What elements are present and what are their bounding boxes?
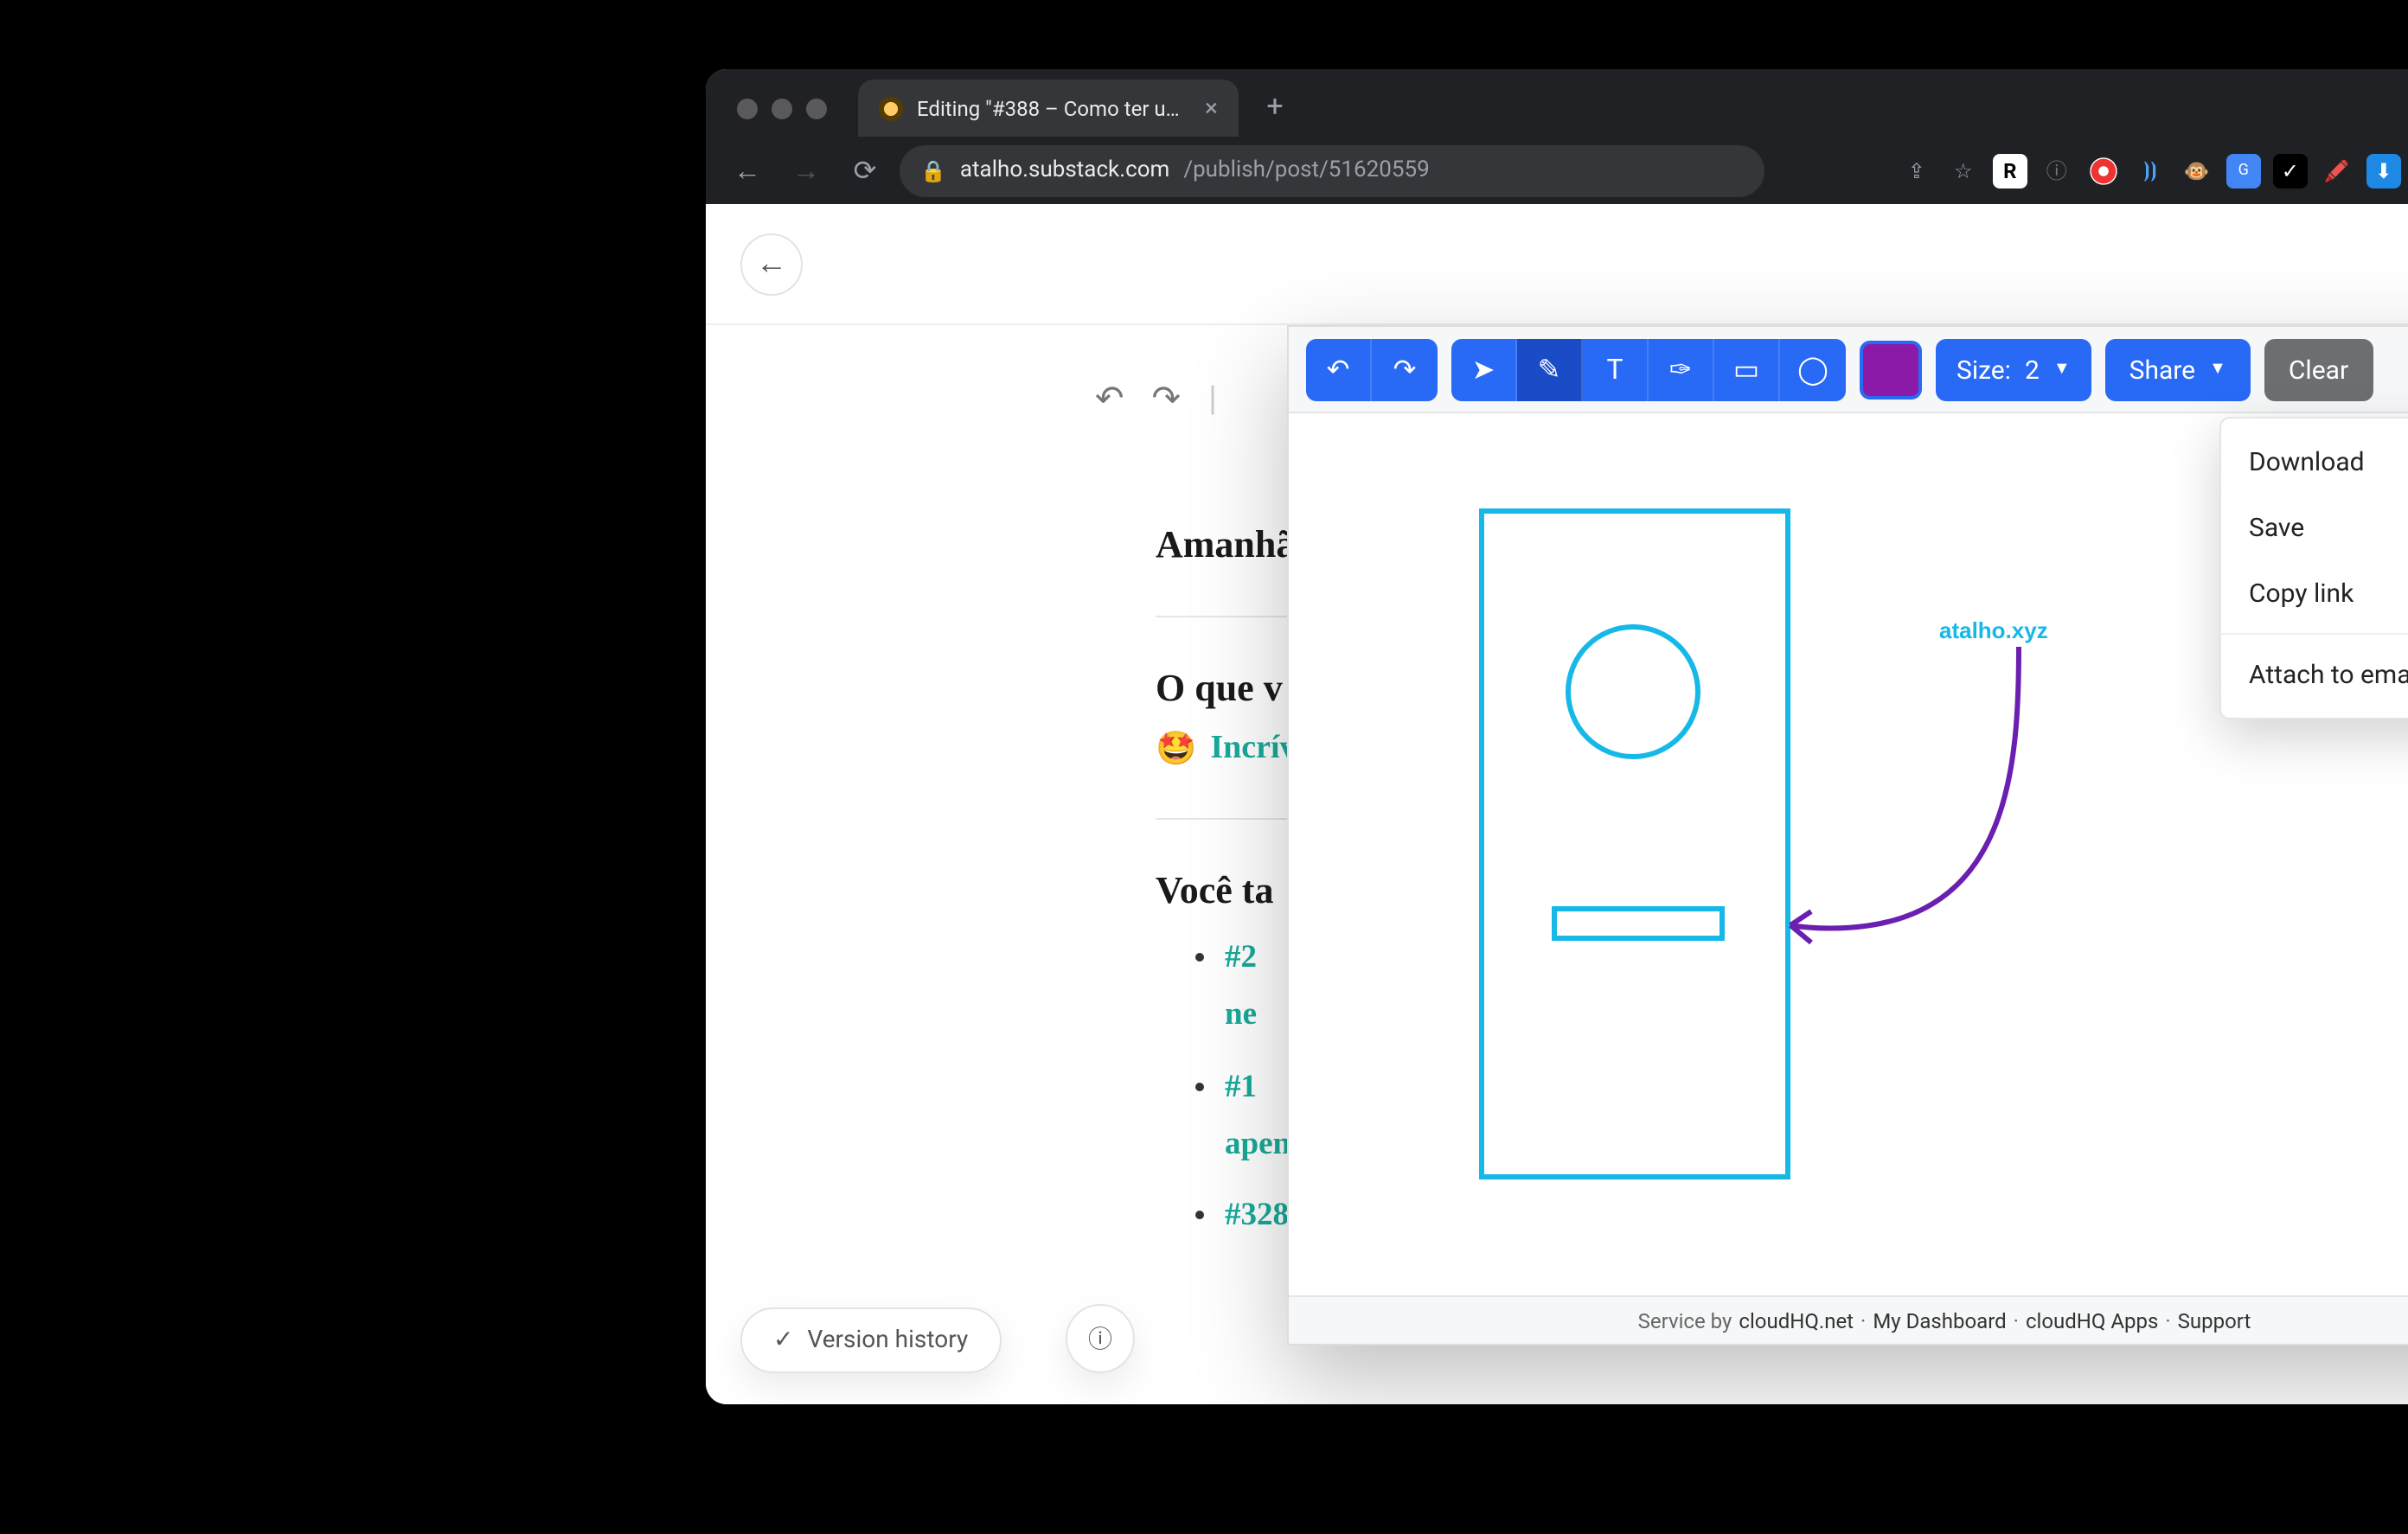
related-link[interactable]: #1 — [1225, 1070, 1257, 1104]
extensions-bar: ⇪ ☆ R ⓘ ⦘⦘ 🐵 G ✓ 🖍️ ⬇ m ⌄ ◆ ✦ — [1899, 151, 2408, 189]
bookmark-star-icon[interactable]: ☆ — [1946, 153, 1981, 188]
related-link[interactable]: ne — [1225, 999, 1257, 1033]
check-icon: ✓ — [773, 1326, 793, 1354]
toolbar-divider: | — [1208, 377, 1217, 419]
editor-undo-redo: ↶ ↷ | — [1095, 377, 1217, 419]
footer-dashboard-link[interactable]: My Dashboard — [1873, 1308, 2006, 1333]
footer-brand-link[interactable]: cloudHQ.net — [1739, 1308, 1854, 1333]
extension-highlighter-icon[interactable]: 🖍️ — [2320, 153, 2354, 188]
close-window-icon[interactable] — [737, 99, 758, 119]
menu-item-copy-link[interactable]: Copy link — [2221, 560, 2408, 626]
back-button[interactable]: ← — [723, 146, 772, 195]
info-icon: ⓘ — [1088, 1321, 1112, 1356]
menu-item-save[interactable]: Save — [2221, 495, 2408, 560]
info-button[interactable]: ⓘ — [1066, 1304, 1135, 1373]
drawn-rectangle-small — [1552, 906, 1725, 941]
drawn-arrow — [1777, 638, 2053, 967]
star-struck-emoji-icon: 🤩 — [1156, 728, 1196, 770]
extension-r-icon[interactable]: R — [1993, 153, 2027, 188]
extension-sound-icon[interactable]: ⦘⦘ — [2133, 153, 2168, 188]
size-selector[interactable]: Size: 2 ▼ — [1936, 338, 2091, 400]
share-button[interactable]: Share ▼ — [2105, 338, 2251, 400]
size-value: 2 — [2025, 354, 2040, 385]
window-controls — [727, 99, 844, 137]
color-picker[interactable] — [1860, 340, 1922, 399]
redo-button[interactable]: ↷ — [1372, 338, 1438, 400]
close-tab-icon[interactable]: × — [1205, 94, 1218, 122]
chevron-down-icon: ▼ — [2053, 360, 2071, 379]
extension-pokeball-icon[interactable] — [2086, 153, 2121, 188]
clear-button[interactable]: Clear — [2264, 338, 2373, 400]
pencil-tool[interactable]: ✎ — [1517, 338, 1583, 400]
chevron-down-icon: ▼ — [2209, 360, 2226, 379]
undo-icon[interactable]: ↶ — [1095, 377, 1124, 419]
size-label: Size: — [1956, 354, 2011, 385]
tab-title: Editing "#388 – Como ter um s — [917, 96, 1191, 120]
tools-group: ➤ ✎ T ✑ ▭ ◯ — [1451, 338, 1846, 400]
minimize-window-icon[interactable] — [772, 99, 792, 119]
share-icon[interactable]: ⇪ — [1899, 153, 1934, 188]
extension-monkey-icon[interactable]: 🐵 — [2180, 153, 2214, 188]
extension-translate-icon[interactable]: G — [2226, 153, 2261, 188]
editor-topbar: ← Publish — [706, 204, 2408, 325]
url-path: /publish/post/51620559 — [1183, 157, 1429, 183]
footer-support-link[interactable]: Support — [2178, 1308, 2251, 1333]
back-to-posts-button[interactable]: ← — [740, 233, 803, 295]
version-history-button[interactable]: ✓ Version history — [740, 1307, 1001, 1373]
menu-item-attach-email[interactable]: Attach to email — [2221, 642, 2408, 707]
drawn-rectangle — [1479, 508, 1790, 1179]
related-link[interactable]: #2 — [1225, 941, 1257, 975]
footer-service-by: Service by — [1638, 1308, 1732, 1333]
drawn-circle — [1566, 624, 1700, 759]
text-tool[interactable]: T — [1583, 338, 1649, 400]
circle-tool[interactable]: ◯ — [1780, 338, 1846, 400]
rectangle-tool[interactable]: ▭ — [1714, 338, 1780, 400]
reload-button[interactable]: ⟳ — [841, 146, 889, 195]
page-content: ← Publish ↶ ↷ | Amanhã O que v 🤩 Incrív — [706, 204, 2408, 1404]
extension-info-icon[interactable]: ⓘ — [2040, 153, 2074, 188]
browser-window: Editing "#388 – Como ter um s × + ⌄ ← → … — [706, 69, 2408, 1404]
annotation-footer: Service by cloudHQ.net · My Dashboard · … — [1289, 1295, 2408, 1344]
share-dropdown: Download Save Copy link Attach to email — [2219, 417, 2408, 719]
undo-button[interactable]: ↶ — [1306, 338, 1372, 400]
annotation-window: ↶ ↷ ➤ ✎ T ✑ ▭ ◯ Size: — [1287, 325, 2408, 1345]
url-host: atalho.substack.com — [960, 157, 1169, 183]
incrivel-text: Incrív — [1210, 730, 1296, 768]
menu-separator — [2221, 633, 2408, 635]
new-tab-button[interactable]: + — [1252, 85, 1297, 130]
lock-icon: 🔒 — [920, 158, 946, 182]
browser-tab[interactable]: Editing "#388 – Como ter um s × — [858, 80, 1239, 137]
extension-download-icon[interactable]: ⬇ — [2366, 153, 2401, 188]
address-bar[interactable]: 🔒 atalho.substack.com/publish/post/51620… — [900, 144, 1764, 196]
editor-area: ↶ ↷ | Amanhã O que v 🤩 Incrív Você ta — [706, 325, 2408, 1404]
tab-strip: Editing "#388 – Como ter um s × + ⌄ — [706, 69, 2408, 137]
forward-button[interactable]: → — [782, 146, 830, 195]
browser-chrome: Editing "#388 – Como ter um s × + ⌄ ← → … — [706, 69, 2408, 204]
pointer-tool[interactable]: ➤ — [1451, 338, 1517, 400]
footer-apps-link[interactable]: cloudHQ Apps — [2026, 1308, 2158, 1333]
extension-checkbox-icon[interactable]: ✓ — [2273, 153, 2308, 188]
history-group: ↶ ↷ — [1306, 338, 1438, 400]
annotation-toolbar: ↶ ↷ ➤ ✎ T ✑ ▭ ◯ Size: — [1289, 327, 2408, 413]
favicon-icon — [879, 96, 903, 120]
maximize-window-icon[interactable] — [806, 99, 827, 119]
address-bar-row: ← → ⟳ 🔒 atalho.substack.com/publish/post… — [706, 137, 2408, 204]
menu-item-download[interactable]: Download — [2221, 429, 2408, 495]
eyedropper-tool[interactable]: ✑ — [1649, 338, 1714, 400]
redo-icon[interactable]: ↷ — [1152, 377, 1182, 419]
